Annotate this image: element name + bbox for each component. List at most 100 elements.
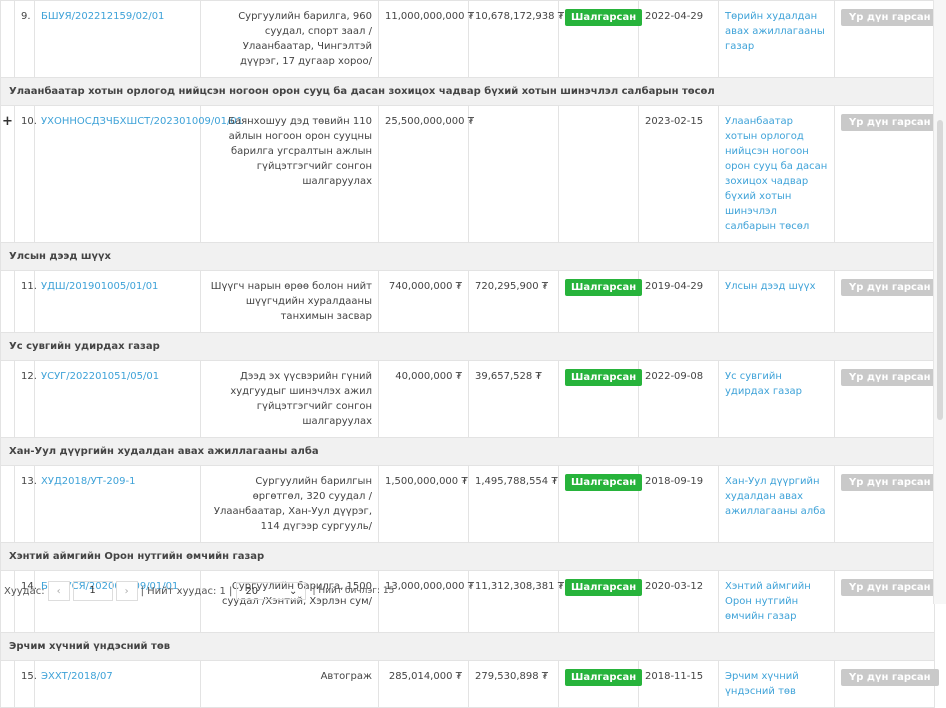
organization-cell: Эрчим хүчний үндэсний төв (718, 660, 835, 708)
status-badge: Шалгарсан (565, 474, 643, 491)
organization-cell: Хэнтий аймгийн Орон нутгийн өмчийн газар (718, 570, 835, 633)
expand-toggle[interactable] (0, 360, 15, 438)
group-header-row: Улсын дээд шүүх (0, 242, 935, 271)
result-button[interactable]: Үр дүн гарсан (841, 369, 939, 386)
status-cell: Шалгарсан (558, 360, 643, 438)
organization-cell: Улсын дээд шүүх (718, 270, 835, 333)
tender-date: 2020-03-12 (638, 570, 719, 633)
group-header-row: Хэнтий аймгийн Орон нутгийн өмчийн газар (0, 542, 935, 571)
budget-amount: 11,000,000,000 ₮ (378, 0, 474, 78)
status-cell (558, 105, 639, 243)
contract-amount: 39,657,528 ₮ (468, 360, 559, 438)
organization-link[interactable]: Эрчим хүчний үндэсний төв (725, 671, 799, 697)
organization-link[interactable]: Хэнтий аймгийн Орон нутгийн өмчийн газар (725, 581, 811, 622)
result-button[interactable]: Үр дүн гарсан (841, 579, 939, 596)
tender-date: 2018-11-15 (638, 660, 719, 708)
organization-link[interactable]: Улсын дээд шүүх (725, 281, 815, 292)
total-records-label: | Нийт бичлэг: 15 (312, 586, 395, 596)
tender-code-cell: БШУЯ/202212159/02/01 (34, 0, 201, 78)
expand-toggle[interactable] (0, 660, 15, 708)
row-number: 12. (14, 360, 37, 438)
tender-description: Шүүгч нарын өрөө болон нийт шүүгчдийн ху… (200, 270, 379, 333)
status-badge: Шалгарсан (565, 279, 643, 296)
budget-amount: 285,014,000 ₮ (378, 660, 469, 708)
tender-description: Сургуулийн барилга, 960 суудал, спорт за… (200, 0, 379, 78)
expand-toggle[interactable]: + (0, 105, 15, 243)
result-button[interactable]: Үр дүн гарсан (841, 114, 939, 131)
status-cell: Шалгарсан (558, 570, 643, 633)
table-row: 11. УДШ/201901005/01/01 Шүүгч нарын өрөө б… (0, 270, 939, 333)
row-number: 13. (14, 465, 37, 543)
plus-icon[interactable]: + (2, 114, 13, 129)
contract-amount: 11,312,308,381 ₮ (468, 570, 564, 633)
total-pages-label: | Нийт хуудас: 1 | (140, 585, 233, 597)
expand-toggle[interactable] (0, 465, 15, 543)
tender-date: 2023-02-15 (638, 105, 719, 243)
tender-date: 2019-04-29 (638, 270, 719, 333)
group-header-row: Улаанбаатар хотын орлогод нийцсэн ногоон… (0, 77, 935, 106)
chevron-left-icon: ‹ (56, 585, 61, 597)
tender-description: Автограж (200, 660, 379, 708)
tender-code-link[interactable]: УХОННОСДЗЧБХШСТ/202301009/01/01 (41, 116, 243, 127)
tender-code-link[interactable]: ЭХХТ/2018/07 (41, 671, 113, 682)
result-button[interactable]: Үр дүн гарсан (841, 669, 939, 686)
table-row: +10. УХОННОСДЗЧБХШСТ/202301009/01/01 Баянх… (0, 105, 939, 243)
row-number: 15. (14, 660, 37, 708)
organization-link[interactable]: Улаанбаатар хотын орлогод нийцсэн ногоон… (725, 116, 827, 232)
tender-code-link[interactable]: УСУГ/202201051/05/01 (41, 371, 159, 382)
organization-cell: Төрийн худалдан авах ажиллагааны газар (718, 0, 835, 78)
expand-toggle[interactable] (0, 0, 15, 78)
budget-amount: 40,000,000 ₮ (378, 360, 469, 438)
contract-amount: 279,530,898 ₮ (468, 660, 559, 708)
current-page-input[interactable]: 1 (72, 581, 113, 601)
expand-toggle[interactable] (0, 270, 15, 333)
chevron-down-icon: ⌄ (289, 585, 298, 597)
group-title: Улсын дээд шүүх (0, 242, 935, 271)
group-header-row: Ус сувгийн удирдах газар (0, 332, 935, 361)
status-cell: Шалгарсан (558, 0, 643, 78)
group-title: Улаанбаатар хотын орлогод нийцсэн ногоон… (0, 77, 935, 106)
scrollbar-thumb[interactable] (937, 120, 943, 420)
page-size-value: 20 (245, 585, 259, 597)
action-cell: Үр дүн гарсан (834, 660, 939, 708)
group-header-row: Эрчим хүчний үндэсний төв (0, 632, 935, 661)
status-badge: Шалгарсан (565, 369, 643, 386)
tender-code-link[interactable]: ХУД2018/УТ-209-1 (41, 476, 135, 487)
tender-table-container: 9. БШУЯ/202212159/02/01 Сургуулийн барилга… (0, 0, 939, 708)
result-button[interactable]: Үр дүн гарсан (841, 279, 939, 296)
tender-code-cell: УСУГ/202201051/05/01 (34, 360, 201, 438)
tender-code-cell: УХОННОСДЗЧБХШСТ/202301009/01/01 (34, 105, 243, 243)
status-badge: Шалгарсан (565, 9, 643, 26)
tender-code-link[interactable]: УДШ/201901005/01/01 (41, 281, 158, 292)
action-cell: Үр дүн гарсан (834, 360, 939, 438)
action-cell: Үр дүн гарсан (834, 570, 939, 633)
tender-code-link[interactable]: БШУЯ/202212159/02/01 (41, 11, 164, 22)
contract-amount: 10,678,172,938 ₮ (468, 0, 564, 78)
row-number: 11. (14, 270, 37, 333)
page-size-select[interactable]: 20 ⌄ (236, 582, 307, 600)
row-number: 10. (14, 105, 37, 243)
budget-amount: 25,500,000,000 ₮ (378, 105, 474, 243)
organization-cell: Улаанбаатар хотын орлогод нийцсэн ногоон… (718, 105, 835, 243)
tender-description: Дээд эх үүсвэрийн гүний худгуудыг шинэчл… (200, 360, 379, 438)
organization-cell: Хан-Уул дүүргийн худалдан авах ажиллагаа… (718, 465, 835, 543)
result-button[interactable]: Үр дүн гарсан (841, 9, 939, 26)
result-button[interactable]: Үр дүн гарсан (841, 474, 939, 491)
organization-link[interactable]: Ус сувгийн удирдах газар (725, 371, 802, 397)
tender-date: 2022-09-08 (638, 360, 719, 438)
row-number: 9. (14, 0, 35, 78)
organization-cell: Ус сувгийн удирдах газар (718, 360, 835, 438)
page-label: Хуудас: (4, 585, 45, 597)
prev-page-button[interactable]: ‹ (47, 581, 70, 601)
next-page-button[interactable]: › (115, 581, 138, 601)
tender-code-cell: ЭХХТ/2018/07 (34, 660, 201, 708)
tender-code-cell: УДШ/201901005/01/01 (34, 270, 201, 333)
contract-amount: 1,495,788,554 ₮ (468, 465, 559, 543)
status-cell: Шалгарсан (558, 660, 643, 708)
vertical-scrollbar[interactable] (933, 0, 946, 604)
organization-link[interactable]: Хан-Уул дүүргийн худалдан авах ажиллагаа… (725, 476, 825, 517)
table-row: 13. ХУД2018/УТ-209-1 Сургуулийн барилгын ө… (0, 465, 939, 543)
action-cell: Үр дүн гарсан (834, 105, 939, 243)
contract-amount (468, 105, 559, 243)
organization-link[interactable]: Төрийн худалдан авах ажиллагааны газар (725, 11, 825, 52)
